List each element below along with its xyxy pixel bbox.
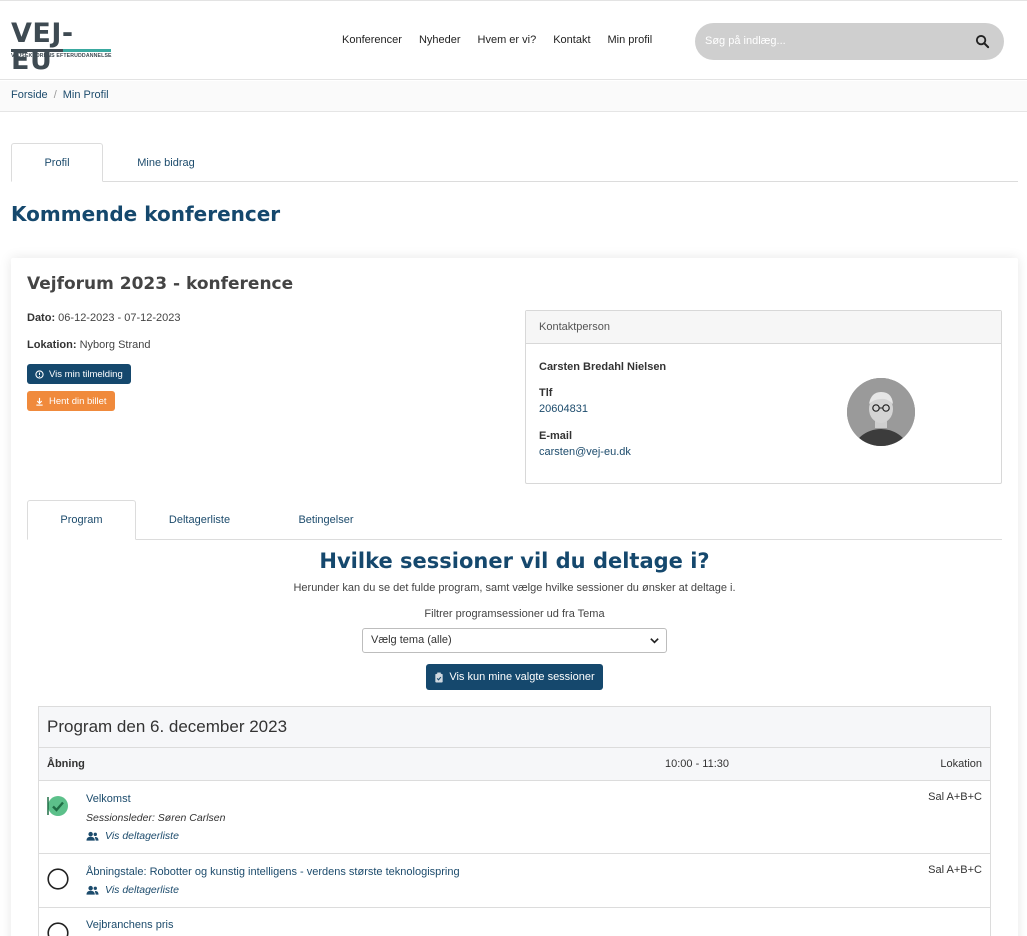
chevron-down-icon [650, 638, 659, 644]
conference-location: Lokation: Nyborg Strand [27, 339, 151, 351]
main-nav: Konferencer Nyheder Hvem er vi? Kontakt … [342, 34, 669, 46]
program-day-title: Program den 6. december 2023 [39, 707, 990, 748]
users-icon [86, 885, 99, 895]
session-row: Vejbranchens pris [39, 908, 990, 936]
nav-hvem-er-vi[interactable]: Hvem er vi? [478, 34, 537, 46]
session-unselected-checkbox[interactable] [47, 922, 69, 936]
breadcrumb-home[interactable]: Forside [11, 89, 48, 101]
page-title: Kommende konferencer [11, 202, 281, 226]
location-header: Lokation [940, 758, 982, 770]
hent-billet-button[interactable]: Hent din billet [27, 391, 115, 411]
logo-text: VEJ-EU [11, 18, 74, 76]
session-title[interactable]: Vejbranchens pris [86, 919, 173, 931]
vis-deltagerliste-link[interactable]: Vis deltagerliste [86, 884, 179, 896]
search-input[interactable] [705, 32, 965, 50]
contact-name: Carsten Bredahl Nielsen [539, 361, 667, 373]
breadcrumb-separator: / [53, 89, 57, 101]
users-icon [86, 831, 99, 841]
session-title[interactable]: Åbningstale: Robotter og kunstig intelli… [86, 866, 460, 878]
tab-program[interactable]: Program [27, 500, 136, 540]
session-unselected-checkbox[interactable] [47, 868, 69, 890]
profile-tabs: Profil Mine bidrag [11, 143, 1018, 182]
download-icon [36, 397, 43, 406]
nav-konferencer[interactable]: Konferencer [342, 34, 402, 46]
session-row: Åbningstale: Robotter og kunstig intelli… [39, 854, 990, 908]
logo-subtitle: VEJSEKTORENS EFTERUDDANNELSE [11, 53, 112, 59]
sessions-description: Herunder kan du se det fulde program, sa… [293, 582, 736, 594]
contact-person-box: Kontaktperson Carsten Bredahl Nielsen Tl… [525, 310, 1002, 484]
contact-heading: Kontaktperson [526, 311, 1001, 344]
clipboard-check-icon [435, 671, 443, 683]
phone-link[interactable]: 20604831 [539, 403, 588, 415]
session-title[interactable]: Velkomst [86, 793, 131, 805]
email-link[interactable]: carsten@vej-eu.dk [539, 446, 631, 458]
vis-mine-sessioner-button[interactable]: Vis kun mine valgte sessioner [426, 664, 603, 690]
sessions-heading: Hvilke sessioner vil du deltage i? [319, 549, 710, 573]
nav-kontakt[interactable]: Kontakt [553, 34, 590, 46]
session-row: Velkomst Sessionsleder: Søren Carlsen Vi… [39, 781, 990, 854]
tab-betingelser[interactable]: Betingelser [281, 500, 371, 540]
vis-deltagerliste-link[interactable]: Vis deltagerliste [86, 830, 179, 842]
phone-label: Tlf [539, 387, 553, 399]
tema-select-value: Vælg tema (alle) [371, 634, 452, 646]
program-block-header: Åbning 10:00 - 11:30 Lokation [39, 748, 990, 781]
contact-avatar [847, 378, 915, 446]
vis-min-tilmelding-button[interactable]: Vis min tilmelding [27, 364, 131, 384]
tab-deltagerliste[interactable]: Deltagerliste [152, 500, 247, 540]
conference-card: Vejforum 2023 - konference Dato: 06-12-2… [11, 258, 1018, 936]
breadcrumb: Forside / Min Profil [0, 81, 1027, 112]
filter-label: Filtrer programsessioner ud fra Tema [424, 608, 605, 620]
tab-mine-bidrag[interactable]: Mine bidrag [119, 143, 213, 182]
session-leader: Sessionsleder: Søren Carlsen [86, 812, 226, 824]
block-time: 10:00 - 11:30 [665, 758, 730, 770]
session-location: Sal A+B+C [928, 791, 982, 803]
search-bar [695, 23, 1004, 60]
conference-tabs: Program Deltagerliste Betingelser [27, 500, 1002, 540]
person-photo [847, 378, 915, 446]
block-name: Åbning [47, 758, 85, 770]
session-selected-checkbox[interactable] [47, 795, 69, 817]
breadcrumb-current[interactable]: Min Profil [63, 89, 109, 101]
program-table: Program den 6. december 2023 Åbning 10:0… [38, 706, 991, 936]
session-location: Sal A+B+C [928, 864, 982, 876]
nav-nyheder[interactable]: Nyheder [419, 34, 461, 46]
tab-profil[interactable]: Profil [11, 143, 103, 182]
info-icon [35, 369, 44, 379]
top-header: VEJ-EU VEJSEKTORENS EFTERUDDANNELSE Konf… [0, 0, 1027, 80]
email-label: E-mail [539, 430, 573, 442]
vej-eu-logo[interactable]: VEJ-EU VEJSEKTORENS EFTERUDDANNELSE [11, 20, 112, 74]
conference-title: Vejforum 2023 - konference [27, 274, 294, 294]
nav-min-profil[interactable]: Min profil [608, 34, 653, 46]
tema-select[interactable]: Vælg tema (alle) [362, 628, 667, 653]
search-icon[interactable] [975, 34, 990, 49]
conference-date: Dato: 06-12-2023 - 07-12-2023 [27, 312, 181, 324]
